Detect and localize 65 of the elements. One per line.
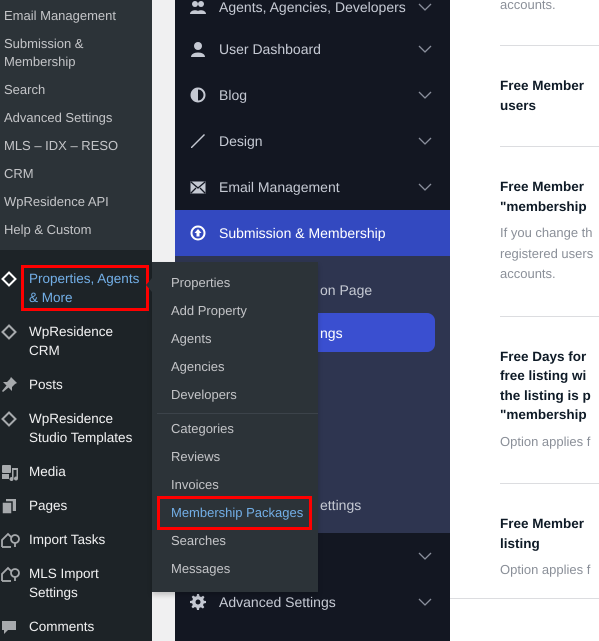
nav-item[interactable]: User Dashboard	[219, 41, 418, 57]
submenu-item[interactable]: Searches	[152, 527, 318, 555]
menu-item[interactable]: Posts	[29, 375, 63, 394]
submenu-item[interactable]: Reviews	[152, 443, 318, 471]
media-icon	[1, 462, 19, 480]
nav-item[interactable]: Submission & Membership	[175, 210, 450, 256]
chevron-down-icon[interactable]	[418, 552, 432, 560]
option-title: Free Member "membership	[500, 178, 588, 216]
option-title: Free Days for free listing wi the listing is p "membership	[500, 348, 592, 424]
nav-item[interactable]: Email Management	[219, 179, 418, 195]
option-title: Free Member users	[500, 77, 586, 114]
submenu-item[interactable]: Invoices	[152, 471, 318, 499]
option-title: Free Member listing	[500, 515, 586, 553]
nav-item[interactable]: Advanced Settings	[219, 594, 418, 610]
nav-item[interactable]: Agents, Agencies, Developers	[219, 0, 418, 15]
upload-circle-icon	[190, 225, 206, 241]
submenu-item[interactable]: Categories	[152, 415, 318, 443]
diamond-icon	[1, 324, 17, 340]
menu-link[interactable]: MLS – IDX – RESO	[0, 132, 128, 160]
chevron-down-icon[interactable]	[418, 598, 432, 606]
menu-item[interactable]: WpResidence CRM	[29, 322, 147, 360]
menu-link[interactable]: Submission & Membership	[0, 30, 128, 76]
submenu-item[interactable]: Membership Packages	[157, 496, 312, 530]
menu-item[interactable]: Media	[29, 462, 66, 481]
submenu-item[interactable]: Add Property	[152, 297, 318, 325]
chevron-down-icon[interactable]	[418, 45, 432, 53]
menu-item[interactable]: MLS Import Settings	[29, 564, 147, 602]
speech-bubble-icon	[1, 618, 17, 634]
people-icon	[190, 0, 206, 14]
diamond-icon	[1, 410, 17, 426]
house-search-icon	[1, 532, 21, 548]
option-description: Option applies f	[500, 561, 592, 579]
option-description: accounts.	[500, 0, 557, 14]
half-circle-icon	[190, 87, 206, 103]
submenu-item[interactable]: Developers	[152, 381, 318, 409]
chevron-down-icon[interactable]	[418, 137, 432, 145]
option-description: If you change th registered users accounts.	[500, 224, 594, 283]
envelope-icon	[190, 180, 206, 194]
menu-link[interactable]: CRM	[0, 160, 128, 188]
nav-item[interactable]: Blog	[219, 87, 418, 103]
submenu-item[interactable]: Agencies	[152, 353, 318, 381]
chevron-down-icon[interactable]	[418, 183, 432, 191]
menu-item[interactable]: Comments	[29, 617, 94, 636]
nav-item[interactable]: Design	[219, 133, 418, 149]
menu-link[interactable]: Email Management	[0, 2, 128, 30]
pushpin-icon	[1, 376, 18, 393]
chevron-down-icon[interactable]	[418, 3, 432, 11]
diamond-icon	[1, 270, 17, 286]
gear-icon	[190, 594, 206, 610]
brush-icon	[190, 133, 206, 149]
option-description: Option applies f	[500, 432, 592, 451]
submenu-item[interactable]: Agents	[152, 325, 318, 353]
menu-item[interactable]: Import Tasks	[29, 530, 106, 549]
submenu-item[interactable]: Messages	[152, 555, 318, 583]
menu-item[interactable]: Properties, Agents & More	[21, 265, 149, 311]
menu-item[interactable]: Pages	[29, 496, 68, 515]
menu-link[interactable]: Advanced Settings	[0, 104, 128, 132]
submenu-item[interactable]: Properties	[152, 269, 318, 297]
menu-link[interactable]: Help & Custom	[0, 216, 128, 244]
menu-link[interactable]: Search	[0, 76, 128, 104]
house-search-icon	[1, 566, 21, 582]
chevron-down-icon[interactable]	[418, 91, 432, 99]
menu-item[interactable]: WpResidence Studio Templates	[29, 409, 147, 447]
menu-link[interactable]: WpResidence API	[0, 188, 128, 216]
user-icon	[190, 41, 206, 57]
